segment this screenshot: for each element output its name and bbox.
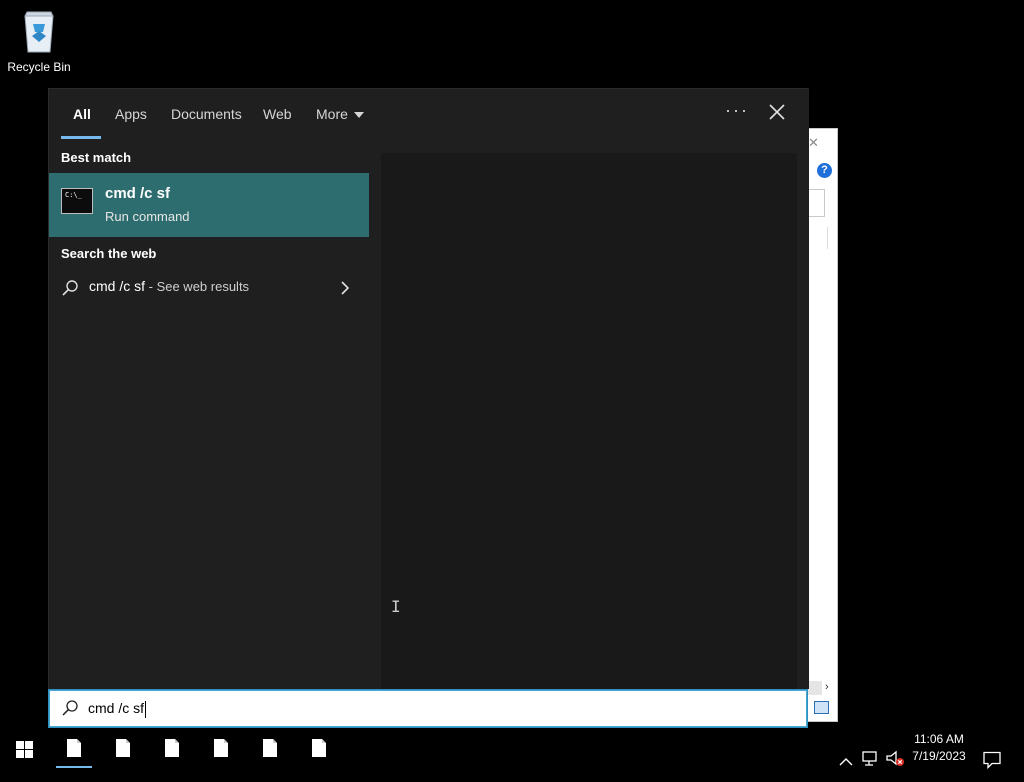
taskbar-app-4[interactable] xyxy=(197,728,245,768)
tab-web[interactable]: Web xyxy=(263,106,292,122)
system-clock[interactable]: 11:06 AM 7/19/2023 xyxy=(906,731,972,765)
search-icon xyxy=(62,700,78,716)
file-icon xyxy=(312,739,326,757)
search-input[interactable]: cmd /c sf xyxy=(88,700,147,718)
taskbar-app-6[interactable] xyxy=(295,728,343,768)
cmd-icon: C:\_ xyxy=(61,188,93,214)
web-result-query: cmd /c sf xyxy=(89,278,146,294)
chevron-down-icon xyxy=(353,112,364,119)
recycle-bin-shortcut[interactable]: Recycle Bin xyxy=(4,6,74,74)
volume-muted-icon[interactable] xyxy=(886,739,906,779)
scroll-right-icon[interactable]: › xyxy=(825,681,829,693)
chevron-right-icon[interactable] xyxy=(339,280,351,296)
taskbar-app-5[interactable] xyxy=(246,728,294,768)
best-match-result[interactable]: C:\_ cmd /c sf Run command xyxy=(49,173,369,237)
clock-time: 11:06 AM xyxy=(914,732,964,746)
search-box[interactable]: cmd /c sf xyxy=(48,689,808,728)
more-options-icon[interactable]: ··· xyxy=(725,100,749,121)
search-panel: All Apps Documents Web More ··· Best mat… xyxy=(48,88,809,689)
window-icon xyxy=(814,701,829,714)
taskbar-app-3[interactable] xyxy=(148,728,196,768)
taskbar-app-1[interactable] xyxy=(50,728,98,768)
recycle-bin-label: Recycle Bin xyxy=(7,60,71,74)
tab-apps[interactable]: Apps xyxy=(115,106,147,122)
taskbar: 11:06 AM 7/19/2023 xyxy=(0,728,1024,770)
preview-pane xyxy=(381,153,797,689)
start-button[interactable] xyxy=(0,728,48,768)
tab-more-label: More xyxy=(316,106,348,122)
file-icon xyxy=(116,739,130,757)
divider xyxy=(827,227,828,249)
tab-documents[interactable]: Documents xyxy=(171,106,242,122)
close-icon[interactable] xyxy=(765,100,789,124)
file-icon xyxy=(67,739,81,757)
web-result-suffix: - See web results xyxy=(145,279,250,294)
best-match-title: cmd /c sf xyxy=(105,185,171,202)
best-match-subtitle: Run command xyxy=(105,209,190,224)
notification-icon[interactable] xyxy=(983,740,1001,780)
web-result-row[interactable]: cmd /c sf - See web results xyxy=(49,272,369,304)
search-tabs: All Apps Documents Web More ··· xyxy=(49,89,809,141)
text-cursor-icon: I xyxy=(391,597,401,616)
windows-logo-icon xyxy=(16,741,33,758)
background-window-close-icon[interactable]: ✕ xyxy=(808,135,819,151)
chevron-up-icon[interactable] xyxy=(839,742,853,782)
search-icon xyxy=(62,280,78,296)
recycle-bin-icon xyxy=(19,6,59,54)
search-web-header: Search the web xyxy=(61,246,157,261)
file-icon xyxy=(214,739,228,757)
tab-all[interactable]: All xyxy=(73,106,91,122)
network-icon[interactable] xyxy=(862,739,880,779)
active-tab-indicator xyxy=(61,136,101,139)
file-icon xyxy=(165,739,179,757)
web-result-text: cmd /c sf - See web results xyxy=(89,278,249,294)
taskbar-app-2[interactable] xyxy=(99,728,147,768)
help-icon[interactable]: ? xyxy=(817,163,832,178)
clock-date: 7/19/2023 xyxy=(912,749,966,763)
file-icon xyxy=(263,739,277,757)
tab-more[interactable]: More xyxy=(316,106,364,122)
best-match-header: Best match xyxy=(61,150,132,165)
